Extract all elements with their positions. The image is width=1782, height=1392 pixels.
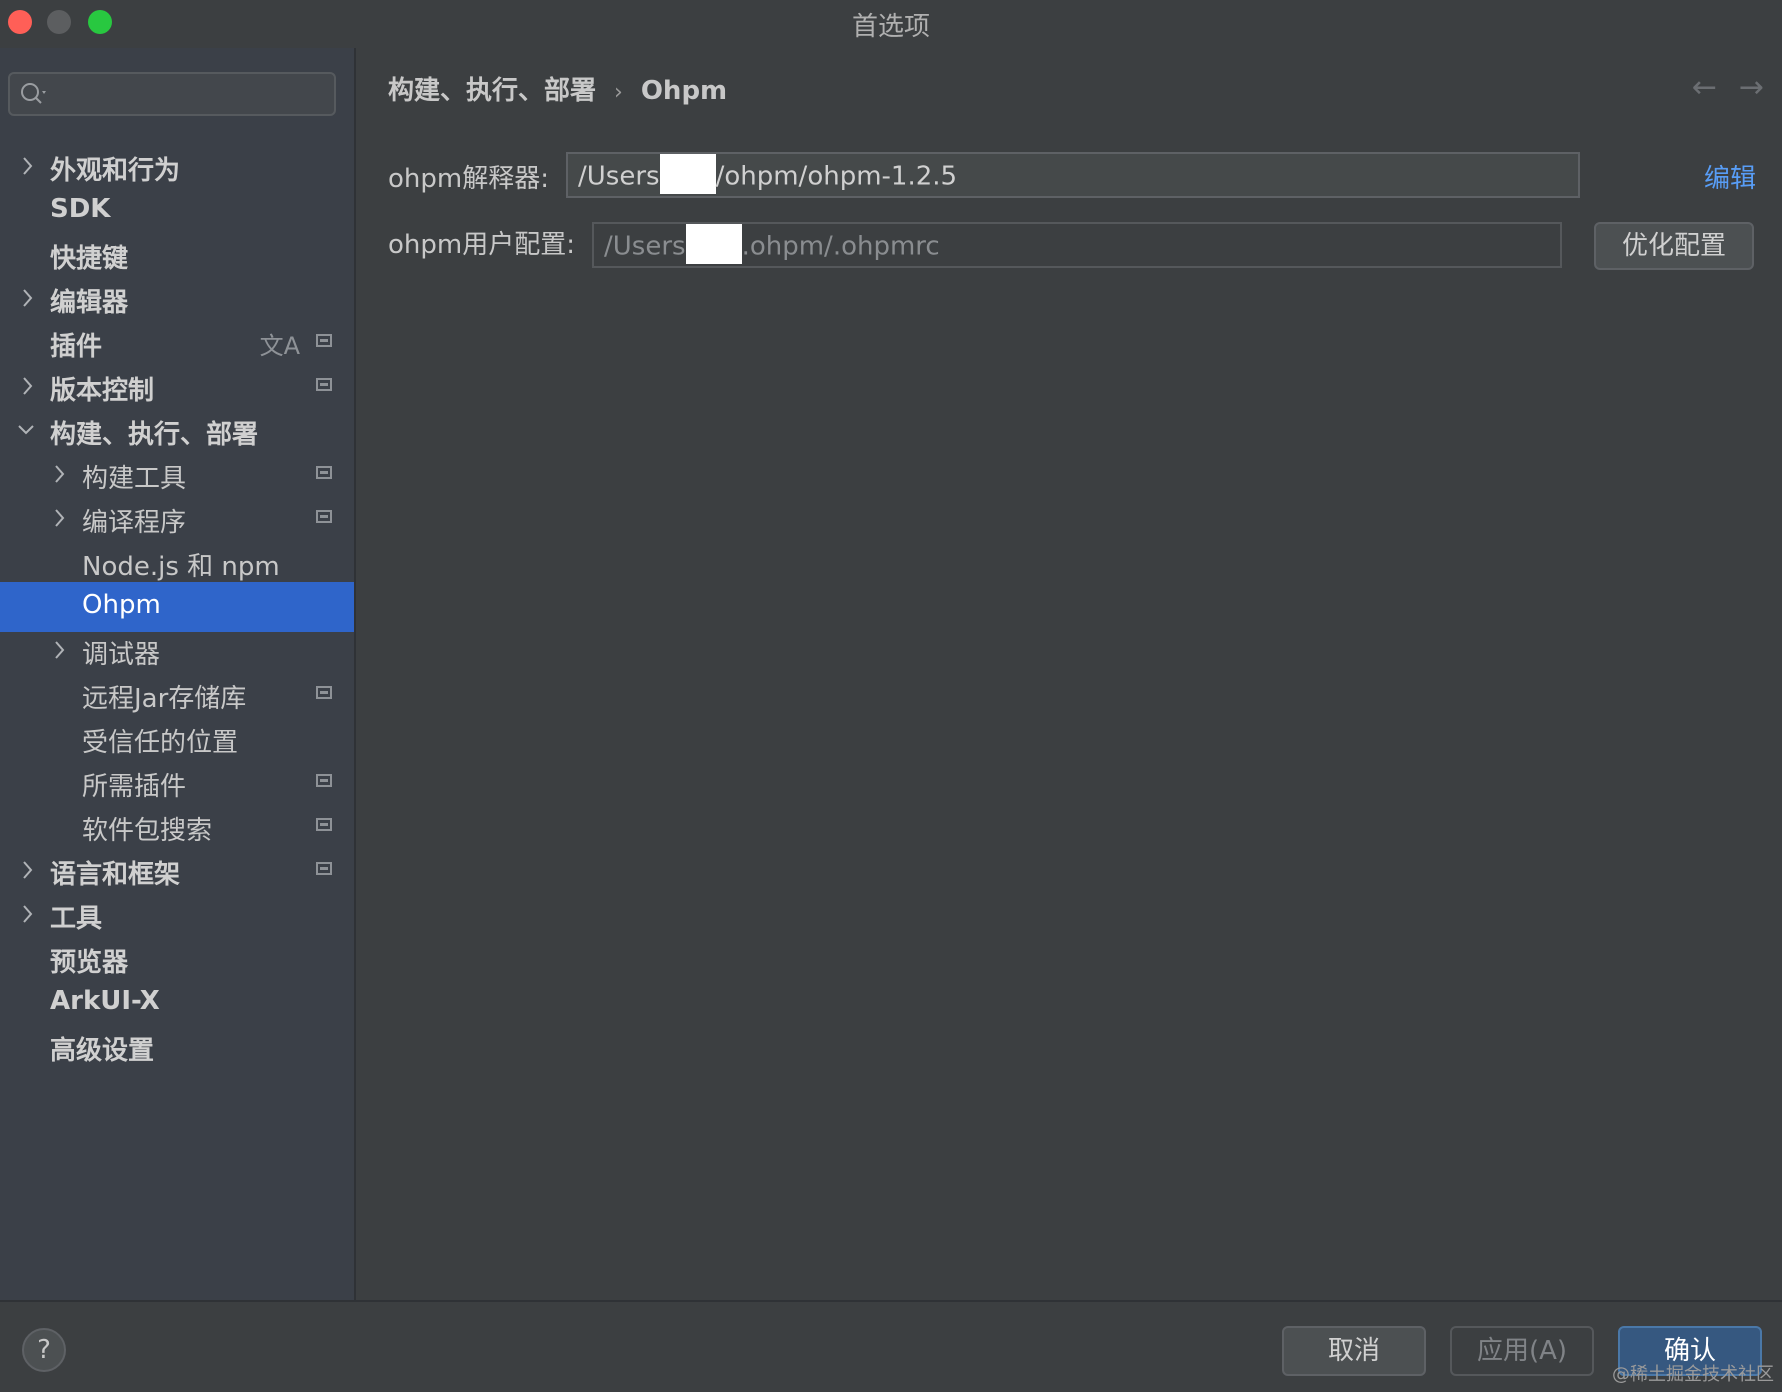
- sidebar-item-label: 外观和行为: [50, 156, 181, 186]
- sidebar-item-required-plugins[interactable]: 所需插件: [0, 758, 354, 808]
- sidebar-item-trusted-locations[interactable]: 受信任的位置: [0, 714, 354, 764]
- breadcrumb-parent[interactable]: 构建、执行、部署: [388, 76, 596, 106]
- chevron-right-icon[interactable]: [20, 902, 36, 926]
- settings-sidebar: 外观和行为 SDK 快捷键 编辑器 插件 文A 版本控制 构建、执行、部署 构建: [0, 48, 356, 1300]
- project-scope-icon: [316, 466, 332, 479]
- sidebar-item-sdk[interactable]: SDK: [0, 186, 354, 236]
- sidebar-item-advanced-settings[interactable]: 高级设置: [0, 1022, 354, 1072]
- translate-icon: 文A: [259, 332, 300, 360]
- redacted-username: [659, 154, 716, 194]
- project-scope-icon: [316, 774, 332, 787]
- sidebar-item-build-execution-deployment[interactable]: 构建、执行、部署: [0, 406, 354, 456]
- sidebar-item-label: 受信任的位置: [82, 728, 239, 758]
- sidebar-item-keymap[interactable]: 快捷键: [0, 230, 354, 280]
- path-suffix: .ohpm/.ohpmrc: [741, 231, 940, 262]
- search-input[interactable]: [8, 72, 336, 116]
- sidebar-item-version-control[interactable]: 版本控制: [0, 362, 354, 412]
- sidebar-item-arkui-x[interactable]: ArkUI-X: [0, 978, 354, 1028]
- cancel-button[interactable]: 取消: [1282, 1326, 1426, 1376]
- back-arrow-icon[interactable]: ←: [1692, 70, 1717, 105]
- path-prefix: /Users: [604, 231, 686, 262]
- chevron-right-icon[interactable]: [52, 506, 68, 530]
- path-prefix: /Users: [578, 161, 660, 192]
- history-navigation: ← →: [1670, 70, 1764, 105]
- sidebar-item-label: 构建、执行、部署: [50, 420, 259, 450]
- chevron-right-icon[interactable]: [52, 638, 68, 662]
- breadcrumb-current: Ohpm: [640, 76, 728, 106]
- sidebar-item-label: 预览器: [50, 948, 129, 978]
- sidebar-item-label: SDK: [50, 194, 111, 224]
- sidebar-item-plugins[interactable]: 插件 文A: [0, 318, 354, 368]
- dialog-footer: ? 取消 应用(A) 确认 @稀土掘金技术社区: [0, 1300, 1782, 1392]
- sidebar-item-label: 编辑器: [50, 288, 129, 318]
- title-bar: 首选项: [0, 0, 1782, 46]
- chevron-down-icon[interactable]: [18, 418, 34, 442]
- sidebar-item-label: 远程Jar存储库: [82, 684, 247, 714]
- sidebar-item-label: 插件: [50, 332, 103, 362]
- sidebar-item-editor[interactable]: 编辑器: [0, 274, 354, 324]
- ohpm-user-config-field[interactable]: /Users .ohpm/.ohpmrc: [592, 222, 1562, 268]
- chevron-right-icon[interactable]: [20, 154, 36, 178]
- watermark-text: @稀土掘金技术社区: [1612, 1364, 1774, 1385]
- optimize-config-button[interactable]: 优化配置: [1594, 222, 1754, 270]
- sidebar-item-ohpm[interactable]: Ohpm: [0, 582, 354, 632]
- project-scope-icon: [316, 510, 332, 523]
- sidebar-item-label: 构建工具: [82, 464, 187, 494]
- sidebar-item-package-search[interactable]: 软件包搜索: [0, 802, 354, 852]
- ohpm-interpreter-field[interactable]: /Users/ohpm/ohpm-1.2.5: [566, 152, 1580, 198]
- apply-button[interactable]: 应用(A): [1450, 1326, 1594, 1376]
- sidebar-item-label: 软件包搜索: [82, 816, 213, 846]
- sidebar-item-previewer[interactable]: 预览器: [0, 934, 354, 984]
- sidebar-item-nodejs-npm[interactable]: Node.js 和 npm: [0, 538, 354, 588]
- sidebar-item-remote-jar-repositories[interactable]: 远程Jar存储库: [0, 670, 354, 720]
- path-suffix: /ohpm/ohpm-1.2.5: [715, 161, 958, 192]
- project-scope-icon: [316, 686, 332, 699]
- sidebar-item-compiler[interactable]: 编译程序: [0, 494, 354, 544]
- forward-arrow-icon[interactable]: →: [1739, 70, 1764, 105]
- sidebar-item-label: Ohpm: [82, 590, 161, 620]
- sidebar-item-label: 快捷键: [50, 244, 129, 274]
- chevron-right-icon[interactable]: [20, 374, 36, 398]
- sidebar-item-label: Node.js 和 npm: [82, 552, 280, 582]
- project-scope-icon: [316, 862, 332, 875]
- sidebar-item-label: 工具: [50, 904, 103, 934]
- sidebar-item-debugger[interactable]: 调试器: [0, 626, 354, 676]
- sidebar-item-appearance[interactable]: 外观和行为: [0, 142, 354, 192]
- window-title: 首选项: [851, 12, 930, 42]
- breadcrumb-separator: ›: [614, 80, 623, 105]
- sidebar-item-label: ArkUI-X: [50, 986, 160, 1016]
- sidebar-item-languages-frameworks[interactable]: 语言和框架: [0, 846, 354, 896]
- project-scope-icon: [316, 334, 332, 347]
- sidebar-item-label: 所需插件: [82, 772, 187, 802]
- chevron-right-icon[interactable]: [52, 462, 68, 486]
- redacted-username: [685, 224, 742, 264]
- project-scope-icon: [316, 378, 332, 391]
- ohpm-user-config-label: ohpm用户配置:: [388, 230, 575, 260]
- sidebar-item-tools[interactable]: 工具: [0, 890, 354, 940]
- ohpm-interpreter-label: ohpm解释器:: [388, 164, 549, 194]
- chevron-right-icon[interactable]: [20, 858, 36, 882]
- settings-content: 构建、执行、部署 › Ohpm ← → ohpm解释器: /Users/ohpm/oh…: [356, 48, 1782, 1300]
- project-scope-icon: [316, 818, 332, 831]
- sidebar-item-label: 版本控制: [50, 376, 155, 406]
- sidebar-item-label: 高级设置: [50, 1036, 155, 1066]
- sidebar-item-label: 编译程序: [82, 508, 187, 538]
- chevron-right-icon[interactable]: [20, 286, 36, 310]
- sidebar-item-label: 调试器: [82, 640, 161, 670]
- breadcrumb: 构建、执行、部署 › Ohpm: [388, 70, 727, 107]
- search-icon: [21, 83, 46, 104]
- edit-interpreter-link[interactable]: 编辑: [1704, 158, 1756, 195]
- sidebar-item-build-tools[interactable]: 构建工具: [0, 450, 354, 500]
- help-button[interactable]: ?: [22, 1328, 66, 1372]
- sidebar-item-label: 语言和框架: [50, 860, 181, 890]
